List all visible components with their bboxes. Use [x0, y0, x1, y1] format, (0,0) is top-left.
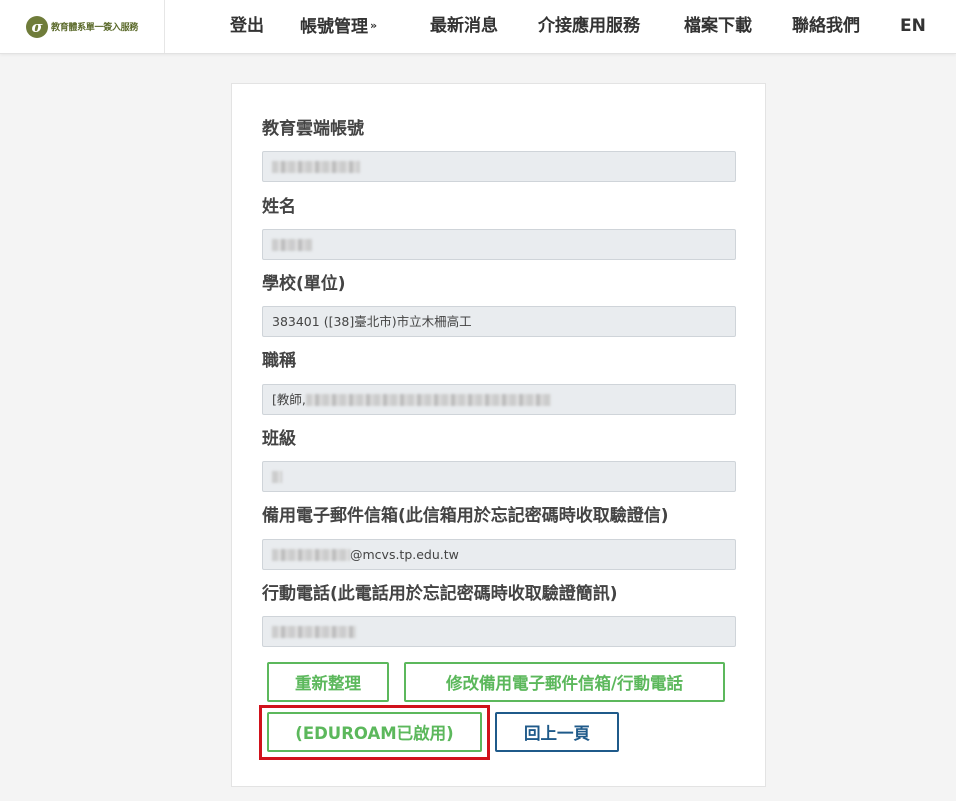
- redacted-text: [272, 626, 356, 638]
- redacted-text: [305, 394, 551, 406]
- nav-contact[interactable]: 聯絡我們: [792, 15, 860, 37]
- class-field[interactable]: [262, 461, 736, 492]
- nav-logout[interactable]: 登出: [230, 15, 264, 37]
- back-button[interactable]: 回上一頁: [495, 712, 619, 752]
- email-field-value: @mcvs.tp.edu.tw: [350, 547, 459, 562]
- account-field[interactable]: [262, 151, 736, 182]
- phone-label: 行動電話(此電話用於忘記密碼時收取驗證簡訊): [262, 584, 618, 604]
- name-field[interactable]: [262, 229, 736, 260]
- redacted-text: [272, 471, 282, 483]
- nav-news[interactable]: 最新消息: [430, 15, 498, 37]
- title-field[interactable]: [教師,: [262, 384, 736, 415]
- account-label: 教育雲端帳號: [262, 119, 364, 139]
- chevron-down-icon: »: [370, 19, 378, 32]
- nav-language-en[interactable]: EN: [900, 15, 926, 37]
- highlight-annotation: [259, 705, 490, 760]
- title-field-value: [教師,: [272, 392, 306, 407]
- top-navbar: σ 教育體系單一簽入服務 登出 帳號管理» 最新消息 介接應用服務 檔案下載 聯…: [0, 0, 956, 54]
- redacted-text: [272, 239, 312, 251]
- logo-text: 教育體系單一簽入服務: [51, 23, 139, 33]
- phone-field[interactable]: [262, 616, 736, 647]
- school-label: 學校(單位): [262, 274, 346, 294]
- reset-button[interactable]: 重新整理: [267, 662, 389, 702]
- nav-account-management-label: 帳號管理: [300, 17, 368, 37]
- nav-app-services[interactable]: 介接應用服務: [538, 15, 640, 37]
- school-field[interactable]: 383401 ([38]臺北市)市立木柵高工: [262, 306, 736, 337]
- edit-contact-button[interactable]: 修改備用電子郵件信箱/行動電話: [404, 662, 725, 702]
- email-label: 備用電子郵件信箱(此信箱用於忘記密碼時收取驗證信): [262, 506, 669, 526]
- class-label: 班級: [262, 429, 296, 449]
- email-field[interactable]: @mcvs.tp.edu.tw: [262, 539, 736, 570]
- redacted-text: [272, 161, 360, 173]
- logo-icon: σ: [26, 15, 48, 38]
- title-label: 職稱: [262, 351, 296, 371]
- site-logo[interactable]: σ 教育體系單一簽入服務: [0, 0, 165, 53]
- redacted-text: [272, 549, 350, 561]
- nav-account-management[interactable]: 帳號管理»: [300, 15, 377, 38]
- name-label: 姓名: [262, 197, 296, 217]
- nav-downloads[interactable]: 檔案下載: [684, 15, 752, 37]
